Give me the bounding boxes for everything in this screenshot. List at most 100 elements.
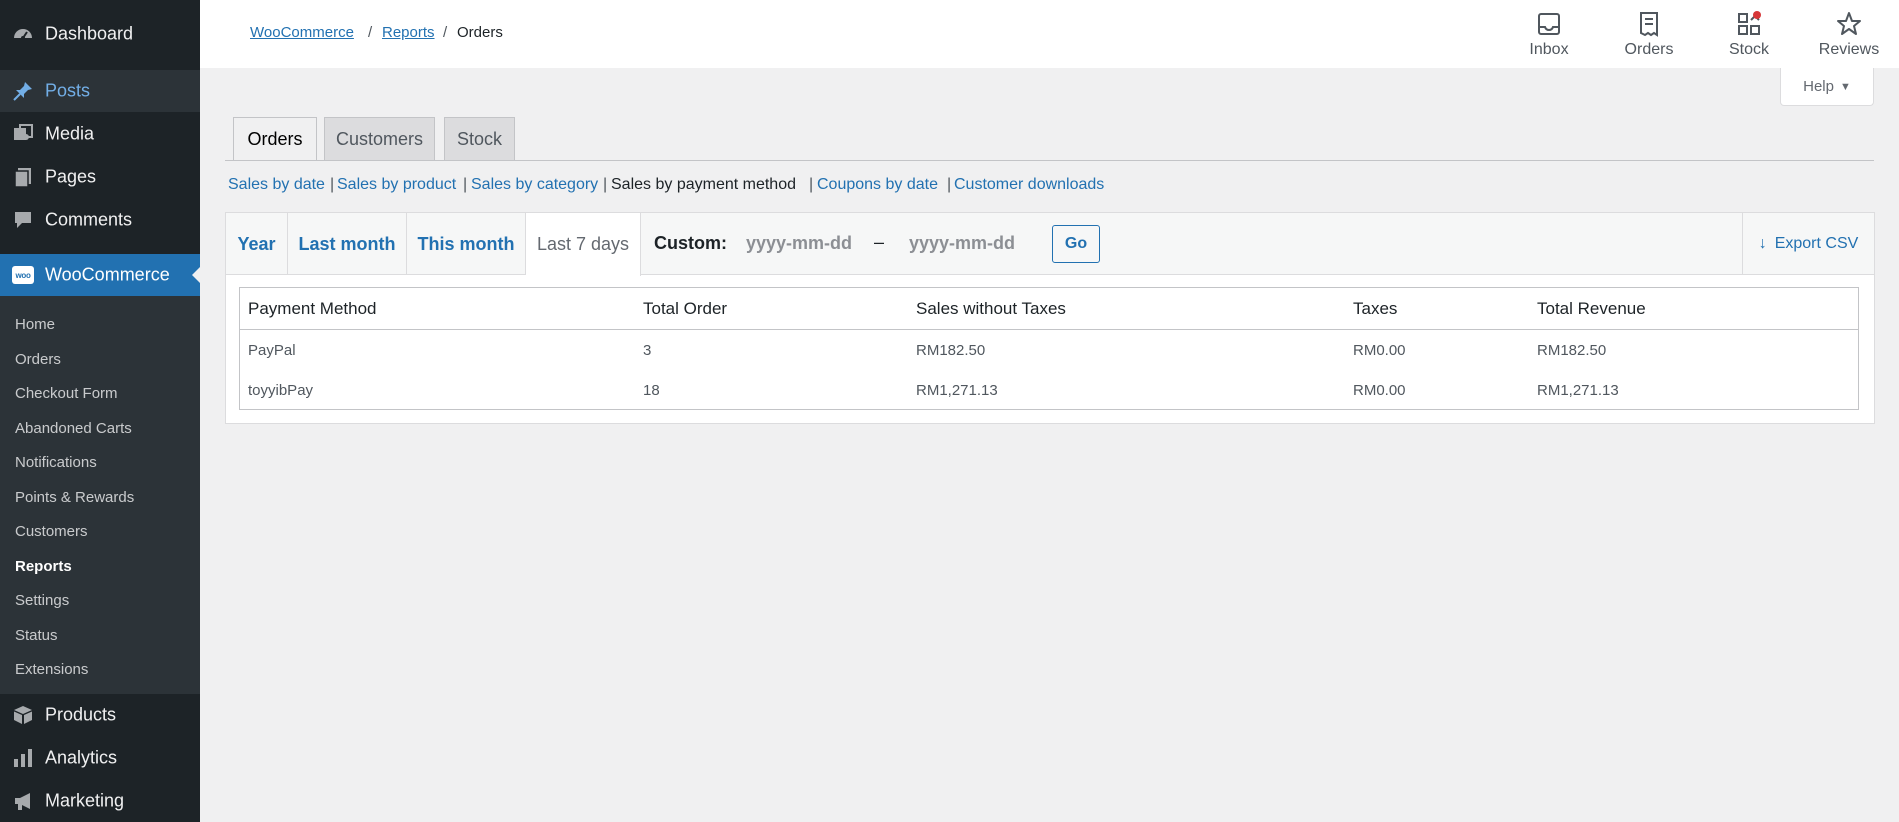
pin-icon [12, 80, 34, 102]
breadcrumb-woocommerce-link[interactable]: WooCommerce [250, 24, 354, 41]
header-action-label: Orders [1624, 41, 1674, 58]
date-range-bar: Year Last month This month Last 7 days C… [226, 213, 1874, 276]
cell-sales-without-taxes: RM182.50 [916, 342, 986, 359]
star-icon [1835, 10, 1863, 38]
submenu-status[interactable]: Status [15, 627, 58, 644]
menu-analytics[interactable]: Analytics [0, 737, 200, 779]
subnav-sales-by-date[interactable]: Sales by date [228, 176, 325, 194]
header-stock-button[interactable]: Stock [1699, 8, 1799, 62]
header-reviews-button[interactable]: Reviews [1799, 8, 1899, 62]
export-csv-label: Export CSV [1774, 235, 1859, 252]
export-csv-button[interactable]: ↓ Export CSV [1742, 213, 1874, 275]
column-header-total-order: Total Order [643, 298, 728, 318]
subnav-separator: | [463, 176, 468, 193]
orders-icon [1635, 10, 1663, 38]
menu-label: Analytics [45, 747, 118, 768]
breadcrumb-separator: / [368, 24, 373, 41]
date-range-dash: – [874, 232, 885, 252]
column-header-total-revenue: Total Revenue [1537, 298, 1646, 318]
custom-range-label: Custom: [654, 233, 727, 253]
cell-payment-method: PayPal [248, 342, 296, 359]
cell-taxes: RM0.00 [1353, 382, 1406, 399]
subnav-coupons-by-date[interactable]: Coupons by date [817, 176, 938, 194]
submenu-reports[interactable]: Reports [15, 558, 72, 575]
report-panel: Year Last month This month Last 7 days C… [225, 212, 1875, 424]
submenu-extensions[interactable]: Extensions [15, 661, 88, 678]
header-orders-button[interactable]: Orders [1599, 8, 1699, 62]
header-action-label: Reviews [1818, 41, 1880, 58]
cell-taxes: RM0.00 [1353, 342, 1406, 359]
subnav-customer-downloads[interactable]: Customer downloads [954, 176, 1104, 194]
menu-comments[interactable]: Comments [0, 199, 200, 241]
current-menu-arrow [192, 266, 201, 284]
subnav-separator: | [809, 176, 814, 193]
submenu-customers[interactable]: Customers [15, 523, 88, 540]
tab-stock[interactable]: Stock [444, 117, 515, 161]
megaphone-icon [12, 790, 34, 812]
menu-products[interactable]: Products [0, 694, 200, 736]
menu-label: Comments [45, 209, 133, 230]
column-header-taxes: Taxes [1353, 298, 1398, 318]
tab-orders[interactable]: Orders [233, 117, 317, 161]
stock-icon [1735, 10, 1763, 38]
cell-total-order: 3 [643, 342, 652, 359]
help-label: Help [1803, 78, 1834, 95]
breadcrumb-separator: / [443, 24, 448, 41]
submenu-checkout-form[interactable]: Checkout Form [15, 385, 118, 402]
media-icon [12, 123, 34, 145]
dashboard-icon [12, 23, 34, 45]
caret-down-icon: ▼ [1839, 80, 1851, 93]
header-action-label: Stock [1728, 41, 1769, 58]
menu-posts[interactable]: Posts [0, 70, 200, 112]
subnav-separator: | [330, 176, 335, 193]
submenu-points-rewards[interactable]: Points & Rewards [15, 489, 134, 506]
subnav-sales-by-category[interactable]: Sales by category [471, 176, 598, 194]
submenu-notifications[interactable]: Notifications [15, 454, 97, 471]
header-inbox-button[interactable]: Inbox [1499, 8, 1599, 62]
submenu-home[interactable]: Home [15, 316, 55, 333]
menu-label: Dashboard [45, 23, 134, 44]
range-year[interactable]: Year [226, 213, 288, 275]
header-action-label: Inbox [1529, 41, 1569, 58]
menu-woocommerce[interactable]: woo WooCommerce [0, 254, 201, 296]
tab-customers[interactable]: Customers [324, 117, 435, 161]
menu-label: Products [45, 704, 117, 725]
start-date-input[interactable]: yyyy-mm-dd [746, 233, 876, 254]
bar-chart-icon [12, 747, 34, 769]
submenu-orders[interactable]: Orders [15, 351, 61, 368]
breadcrumb-reports-link[interactable]: Reports [382, 24, 435, 41]
breadcrumb-current: Orders [457, 24, 503, 41]
range-last-7-days[interactable]: Last 7 days [526, 213, 641, 276]
woocommerce-logo-icon: woo [12, 264, 34, 286]
menu-label: Posts [45, 80, 91, 101]
menu-pages[interactable]: Pages [0, 156, 200, 198]
menu-label: Media [45, 123, 95, 144]
subnav-separator: | [603, 176, 608, 193]
submenu-abandoned-carts[interactable]: Abandoned Carts [15, 420, 132, 437]
help-button[interactable]: Help ▼ [1780, 68, 1874, 106]
range-last-month[interactable]: Last month [288, 213, 407, 275]
menu-media[interactable]: Media [0, 113, 200, 155]
column-header-payment-method: Payment Method [248, 298, 377, 318]
end-date-input[interactable]: yyyy-mm-dd [909, 233, 1039, 254]
menu-label: Pages [45, 166, 97, 187]
subnav-separator: | [947, 176, 952, 193]
admin-sidebar: Dashboard Posts Media Pages Comments woo… [0, 0, 201, 822]
subnav-sales-by-product[interactable]: Sales by product [337, 176, 456, 194]
inbox-icon [1535, 10, 1563, 38]
pages-icon [12, 166, 34, 188]
payment-method-table: Payment Method Total Order Sales without… [239, 287, 1859, 410]
woocommerce-header: WooCommerce / Reports / Orders Inbox Ord… [200, 0, 1899, 68]
cell-sales-without-taxes: RM1,271.13 [916, 382, 998, 399]
subnav-sales-by-payment-method[interactable]: Sales by payment method [611, 176, 796, 194]
menu-dashboard[interactable]: Dashboard [0, 13, 200, 55]
submenu-settings[interactable]: Settings [15, 592, 69, 609]
range-this-month[interactable]: This month [407, 213, 526, 275]
menu-marketing[interactable]: Marketing [0, 780, 200, 822]
comment-icon [12, 209, 34, 231]
menu-label: Marketing [45, 790, 125, 811]
cell-payment-method: toyyibPay [248, 382, 314, 399]
cell-total-order: 18 [643, 382, 660, 399]
go-button[interactable]: Go [1052, 225, 1100, 263]
column-header-sales-without-taxes: Sales without Taxes [916, 298, 1066, 318]
